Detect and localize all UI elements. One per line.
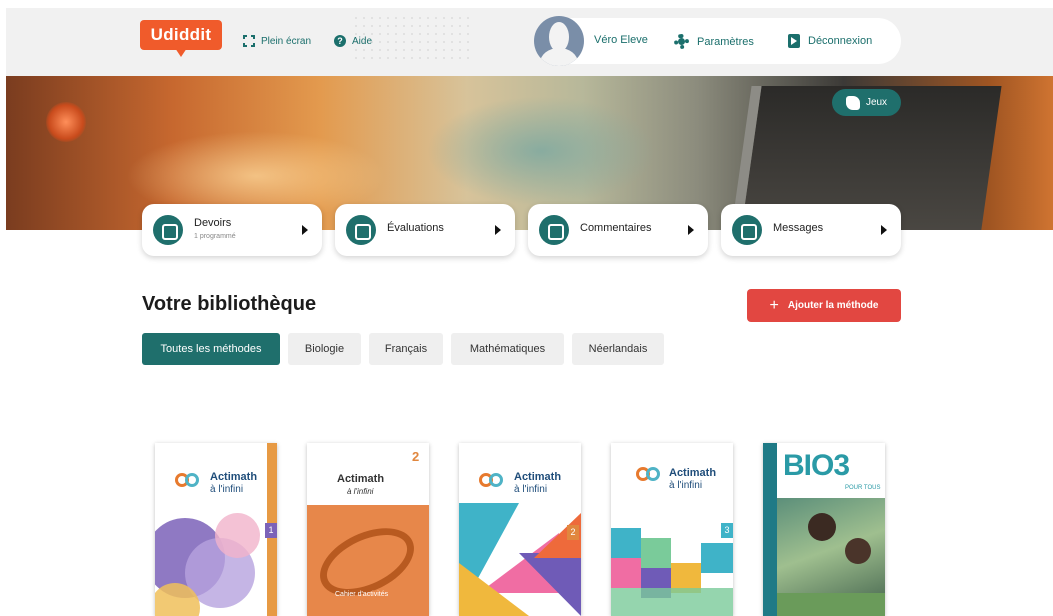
logo-tail: [175, 48, 187, 57]
settings-label: Paramètres: [697, 35, 754, 48]
avatar[interactable]: [534, 16, 584, 66]
puzzle-icon: [845, 95, 860, 110]
homework-label: Devoirs: [194, 217, 232, 229]
tab-all-methods[interactable]: Toutes les méthodes: [142, 333, 280, 365]
actimath-logo-icon: [479, 473, 505, 491]
chevron-right-icon: [881, 225, 887, 235]
actimath-logo-icon: [636, 467, 662, 485]
book-cover[interactable]: BIO3 POUR TOUS: [763, 443, 885, 616]
evaluations-label: Évaluations: [387, 222, 444, 234]
chevron-right-icon: [688, 225, 694, 235]
tab-dutch[interactable]: Néerlandais: [572, 333, 664, 365]
user-panel: Véro Eleve Paramètres Déconnexion: [534, 16, 901, 66]
homework-icon: [153, 215, 183, 245]
library-title: Votre bibliothèque: [142, 293, 317, 315]
help-link[interactable]: ? Aide: [334, 35, 372, 47]
book-cover[interactable]: Actimath à l'infini 2 Cahier d'activités: [307, 443, 429, 616]
messages-label: Messages: [773, 222, 824, 234]
comments-card[interactable]: Commentaires: [528, 204, 708, 256]
settings-link[interactable]: Paramètres: [674, 34, 754, 49]
comments-label: Commentaires: [580, 222, 652, 234]
chevron-right-icon: [495, 225, 501, 235]
book-cover[interactable]: Actimath à l'infini 2: [459, 443, 581, 616]
fullscreen-link[interactable]: Plein écran: [243, 35, 311, 47]
logout-icon: [788, 34, 800, 48]
plus-icon: +: [769, 296, 779, 314]
hero-orb: [46, 102, 86, 142]
games-button[interactable]: Jeux: [832, 89, 901, 116]
evaluations-card[interactable]: Évaluations: [335, 204, 515, 256]
tab-french[interactable]: Français: [369, 333, 443, 365]
mail-icon: [732, 215, 762, 245]
add-method-button[interactable]: + Ajouter la méthode: [747, 289, 901, 322]
messages-card[interactable]: Messages: [721, 204, 901, 256]
evaluations-icon: [346, 215, 376, 245]
homework-count: 1 programmé: [194, 233, 236, 240]
fullscreen-label: Plein écran: [261, 35, 312, 47]
help-label: Aide: [352, 35, 373, 47]
comments-icon: [539, 215, 569, 245]
games-label: Jeux: [865, 97, 888, 108]
gear-icon: [674, 34, 689, 49]
actimath-logo-icon: [175, 473, 201, 491]
user-name-link[interactable]: Véro Eleve: [594, 34, 648, 46]
tab-biology[interactable]: Biologie: [288, 333, 361, 365]
user-name: Véro Eleve: [594, 34, 648, 46]
chevron-right-icon: [302, 225, 308, 235]
fullscreen-icon: [243, 35, 255, 47]
tab-mathematics[interactable]: Mathématiques: [451, 333, 564, 365]
add-method-label: Ajouter la méthode: [787, 300, 879, 311]
udiddit-logo[interactable]: Udiddit: [140, 20, 222, 50]
logout-label: Déconnexion: [808, 35, 873, 47]
homework-card[interactable]: Devoirs 1 programmé: [142, 204, 322, 256]
help-icon: ?: [334, 35, 346, 47]
book-cover[interactable]: Actimath à l'infini 1: [155, 443, 277, 616]
book-cover[interactable]: Actimath à l'infini 3: [611, 443, 733, 616]
logout-link[interactable]: Déconnexion: [788, 34, 872, 48]
